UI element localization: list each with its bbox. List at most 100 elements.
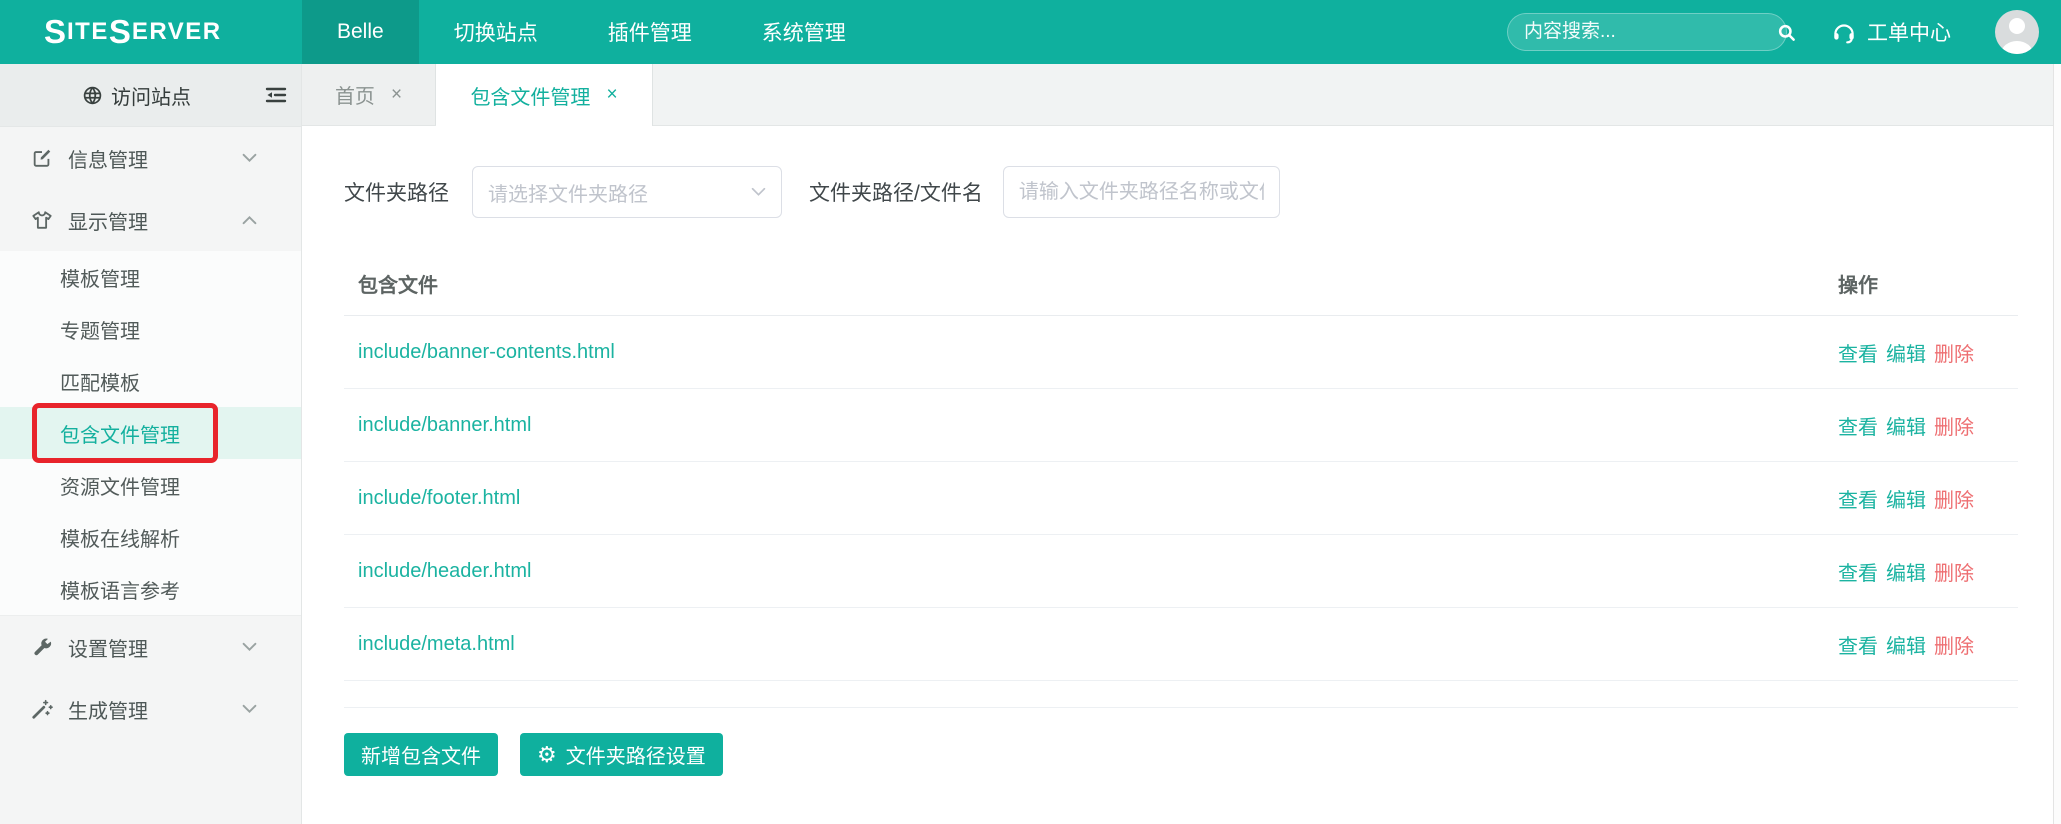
tshirt-icon (30, 209, 54, 231)
sidebar-item-label: 包含文件管理 (60, 424, 180, 447)
edit-link[interactable]: 编辑 (1886, 563, 1926, 585)
table-row: include/banner-contents.html 查看 编辑 删除 (344, 316, 2018, 389)
collapse-sidebar-icon[interactable] (264, 83, 288, 107)
sidebar-item-template-language-reference[interactable]: 模板语言参考 (0, 563, 301, 615)
table-row: include/footer.html 查看 编辑 删除 (344, 462, 2018, 535)
tab-label: 首页 (334, 86, 375, 108)
file-link[interactable]: include/meta.html (358, 633, 515, 655)
edit-link[interactable]: 编辑 (1886, 636, 1926, 658)
file-link[interactable]: include/banner-contents.html (358, 341, 615, 363)
sidebar-item-include-file-management[interactable]: 包含文件管理 (0, 403, 301, 463)
view-link[interactable]: 查看 (1838, 417, 1878, 439)
app-shell: 访问站点 信息管理 显示管理 模板管理 专题管理 匹配模板 包含文件管理 资源文… (0, 64, 2061, 824)
sidebar-item-label: 显示管理 (68, 211, 148, 234)
main-area: 首页 × 包含文件管理 × 文件夹路径 请选择文件夹路径 文件夹路径/文件名 请… (302, 64, 2061, 824)
table-row: include/header.html 查看 编辑 删除 (344, 535, 2018, 608)
sidebar-item-label: 生成管理 (68, 700, 148, 723)
sidebar-item-match-template[interactable]: 匹配模板 (0, 355, 301, 407)
folder-path-select[interactable]: 请选择文件夹路径 (472, 166, 782, 218)
top-header: SITESERVER Belle 切换站点 插件管理 系统管理 工单中心 (0, 0, 2061, 64)
button-row: 新增包含文件 ⚙ 文件夹路径设置 (344, 733, 2061, 776)
add-include-file-label: 新增包含文件 (361, 746, 481, 768)
work-order-center-link[interactable]: 工单中心 (1831, 17, 1951, 47)
gear-icon: ⚙ (537, 741, 557, 767)
tab-include-file-management[interactable]: 包含文件管理 × (436, 64, 653, 126)
sidebar-item-generate-management[interactable]: 生成管理 (0, 678, 301, 740)
view-link[interactable]: 查看 (1838, 344, 1878, 366)
delete-link[interactable]: 删除 (1934, 563, 1974, 585)
nav-item-system-management[interactable]: 系统管理 (727, 0, 881, 64)
visit-site-label: 访问站点 (111, 86, 191, 109)
edit-link[interactable]: 编辑 (1886, 490, 1926, 512)
sidebar-item-resource-file-management[interactable]: 资源文件管理 (0, 459, 301, 511)
file-name-input[interactable] (1002, 166, 1280, 218)
tab-bar: 首页 × 包含文件管理 × (302, 64, 2061, 126)
top-nav: Belle 切换站点 插件管理 系统管理 (302, 0, 881, 64)
sidebar-item-info-management[interactable]: 信息管理 (0, 127, 301, 189)
sidebar-item-settings-management[interactable]: 设置管理 (0, 616, 301, 678)
scrollbar[interactable] (2053, 64, 2061, 824)
sidebar-item-template-management[interactable]: 模板管理 (0, 251, 301, 303)
add-include-file-button[interactable]: 新增包含文件 (344, 733, 498, 776)
file-name-label: 文件夹路径/文件名 (809, 182, 983, 205)
logo-text: S (44, 13, 68, 50)
avatar[interactable] (1995, 10, 2039, 54)
header-right: 工单中心 (1507, 0, 2061, 64)
folder-path-settings-button[interactable]: ⚙ 文件夹路径设置 (520, 733, 723, 776)
tab-label: 包含文件管理 (470, 86, 591, 109)
chevron-down-icon (242, 642, 257, 652)
file-link[interactable]: include/footer.html (358, 487, 520, 509)
chevron-down-icon (751, 187, 766, 197)
file-link[interactable]: include/banner.html (358, 414, 531, 436)
nav-item-switch-site[interactable]: 切换站点 (419, 0, 573, 64)
folder-path-settings-label: 文件夹路径设置 (565, 746, 706, 768)
edit-link[interactable]: 编辑 (1886, 417, 1926, 439)
wrench-icon (30, 636, 54, 658)
globe-icon (82, 85, 103, 106)
sidebar-item-label: 信息管理 (68, 149, 148, 172)
headset-icon (1831, 19, 1857, 45)
edit-square-icon (30, 147, 54, 169)
close-icon[interactable]: × (606, 84, 617, 106)
sidebar-item-label: 设置管理 (68, 638, 148, 661)
column-header-actions: 操作 (1838, 275, 1878, 297)
chevron-up-icon (242, 215, 257, 225)
view-link[interactable]: 查看 (1838, 563, 1878, 585)
sidebar-item-special-topic-management[interactable]: 专题管理 (0, 303, 301, 355)
sidebar-item-display-management[interactable]: 显示管理 (0, 189, 301, 251)
display-management-submenu: 模板管理 专题管理 匹配模板 包含文件管理 资源文件管理 模板在线解析 模板语言… (0, 251, 301, 616)
delete-link[interactable]: 删除 (1934, 417, 1974, 439)
edit-link[interactable]: 编辑 (1886, 344, 1926, 366)
nav-item-site-belle[interactable]: Belle (302, 0, 419, 64)
delete-link[interactable]: 删除 (1934, 344, 1974, 366)
search-input[interactable] (1524, 21, 1769, 43)
visit-site-button[interactable]: 访问站点 (0, 64, 301, 127)
content-search-box[interactable] (1507, 13, 1795, 51)
folder-path-label: 文件夹路径 (344, 182, 449, 205)
tab-home[interactable]: 首页 × (302, 64, 436, 125)
page-content: 文件夹路径 请选择文件夹路径 文件夹路径/文件名 包含文件 操作 include… (302, 126, 2061, 824)
table-row: include/banner.html 查看 编辑 删除 (344, 389, 2018, 462)
delete-link[interactable]: 删除 (1934, 636, 1974, 658)
select-placeholder: 请选择文件夹路径 (488, 183, 648, 206)
search-icon[interactable] (1777, 23, 1796, 42)
user-icon (2001, 18, 2033, 54)
delete-link[interactable]: 删除 (1934, 490, 1974, 512)
chevron-down-icon (242, 704, 257, 714)
nav-item-plugin-management[interactable]: 插件管理 (573, 0, 727, 64)
view-link[interactable]: 查看 (1838, 636, 1878, 658)
close-icon[interactable]: × (391, 84, 402, 106)
table-header: 包含文件 操作 (344, 252, 2018, 316)
sidebar: 访问站点 信息管理 显示管理 模板管理 专题管理 匹配模板 包含文件管理 资源文… (0, 64, 302, 824)
file-link[interactable]: include/header.html (358, 560, 531, 582)
column-header-include-file: 包含文件 (358, 275, 438, 297)
include-files-table: 包含文件 操作 include/banner-contents.html 查看编… (344, 252, 2018, 708)
logo: S ITE S ERVER (44, 13, 222, 50)
sidebar-item-template-online-parse[interactable]: 模板在线解析 (0, 511, 301, 563)
filter-row: 文件夹路径 请选择文件夹路径 文件夹路径/文件名 (344, 166, 2061, 218)
magic-wand-icon (30, 698, 54, 720)
chevron-down-icon (242, 153, 257, 163)
table-footer (344, 681, 2018, 708)
work-order-center-label: 工单中心 (1867, 22, 1951, 45)
view-link[interactable]: 查看 (1838, 490, 1878, 512)
